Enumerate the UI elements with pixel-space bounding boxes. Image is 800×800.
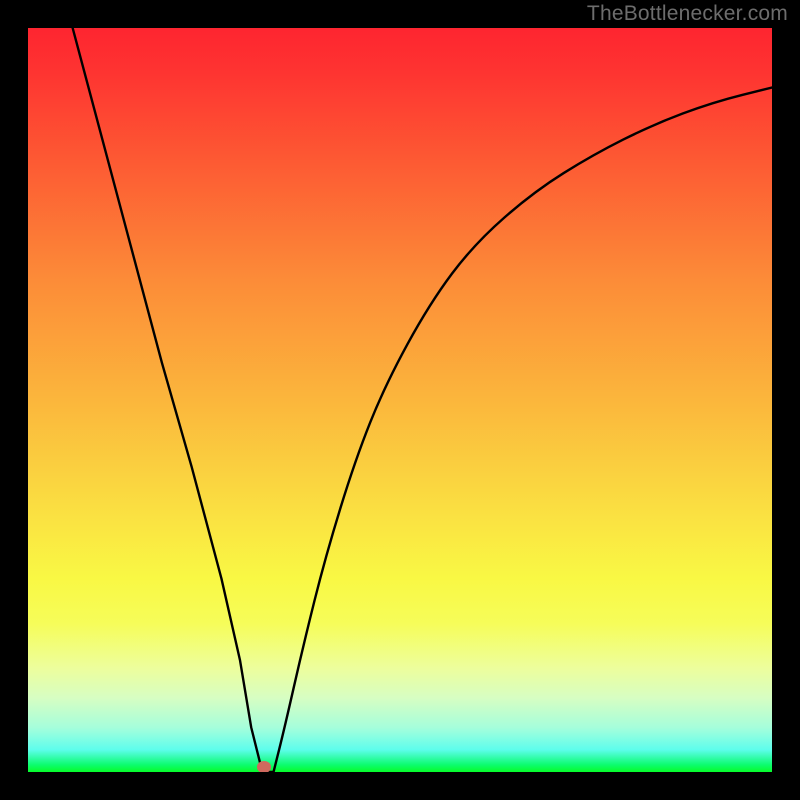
chart-frame: TheBottlenecker.com	[0, 0, 800, 800]
bottleneck-curve	[28, 28, 772, 772]
plot-area	[28, 28, 772, 772]
watermark-text: TheBottlenecker.com	[587, 2, 788, 26]
optimal-point-marker	[257, 761, 271, 772]
